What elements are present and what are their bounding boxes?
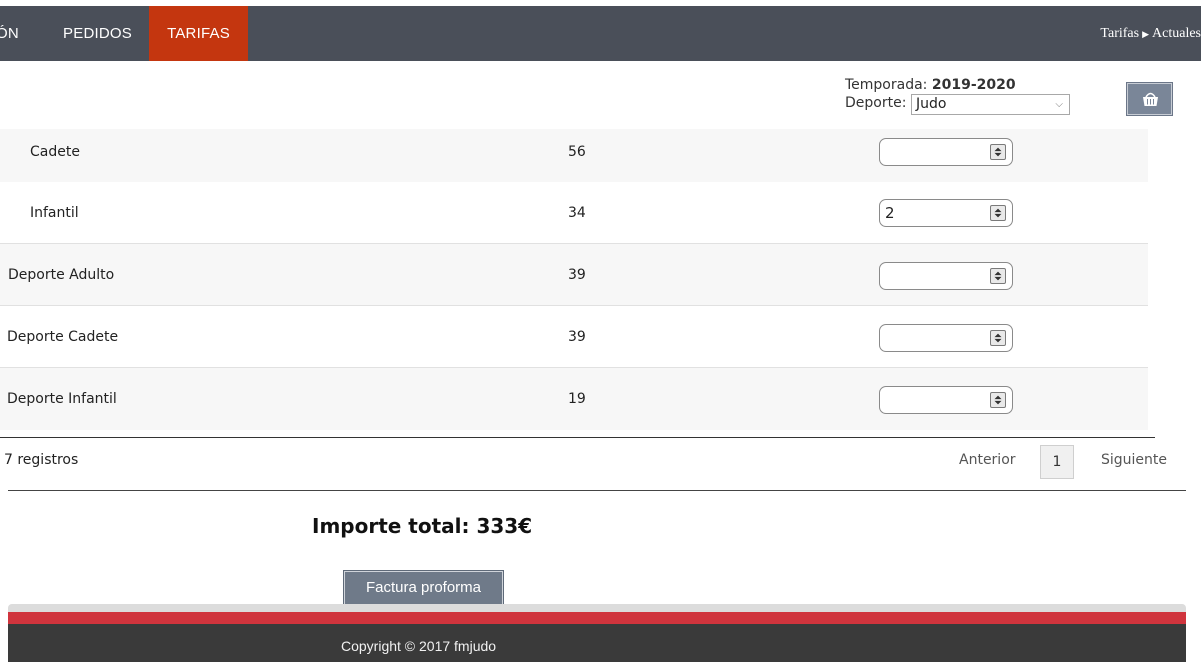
pagination-next[interactable]: Siguiente [1101, 452, 1167, 468]
footer-accent-band [8, 612, 1186, 624]
spinner-arrows-icon[interactable] [990, 205, 1006, 221]
row-name: Deporte Infantil [7, 391, 117, 407]
breadcrumb: Tarifas ▶ Actuales [1100, 6, 1201, 61]
nav-item-pedidos[interactable]: PEDIDOS [50, 6, 145, 61]
sport-select-value: Judo [916, 96, 947, 112]
cart-button[interactable] [1126, 82, 1173, 116]
proforma-invoice-button[interactable]: Factura proforma [343, 570, 504, 606]
row-value: 19 [568, 391, 586, 407]
nav-item-partial[interactable]: ÓN [0, 6, 38, 61]
sport-label: Deporte: [845, 95, 907, 111]
row-value: 56 [568, 144, 586, 160]
sport-select[interactable]: Judo ⌵ [911, 94, 1070, 115]
pagination-previous[interactable]: Anterior [959, 452, 1016, 468]
table-bottom-rule [0, 437, 1155, 438]
row-value: 34 [568, 205, 586, 221]
top-nav-bar: ÓN PEDIDOS TARIFAS Tarifas ▶ Actuales [0, 6, 1201, 61]
spinner-arrows-icon[interactable] [990, 144, 1006, 160]
table-row: Infantil 34 2 [0, 182, 1148, 244]
table-row: Deporte Infantil 19 [0, 368, 1148, 430]
footer: Copyright © 2017 fmjudo [8, 624, 1186, 662]
season-label: Temporada: [845, 77, 928, 93]
row-name: Infantil [30, 205, 79, 221]
quantity-stepper[interactable] [879, 262, 1013, 290]
record-count: 7 registros [4, 452, 79, 468]
breadcrumb-arrow-icon: ▶ [1142, 29, 1150, 39]
chevron-down-icon: ⌵ [1055, 99, 1063, 110]
total-amount: Importe total: 333€ [312, 514, 533, 538]
breadcrumb-current: Actuales [1152, 26, 1201, 41]
quantity-stepper[interactable] [879, 324, 1013, 352]
pagination-page-button[interactable]: 1 [1040, 445, 1074, 479]
table-row: Deporte Adulto 39 [0, 244, 1148, 306]
quantity-value: 2 [885, 204, 895, 222]
spinner-arrows-icon[interactable] [990, 330, 1006, 346]
table-row: Deporte Cadete 39 [0, 306, 1148, 368]
quantity-stepper[interactable]: 2 [879, 199, 1013, 227]
quantity-stepper[interactable] [879, 386, 1013, 414]
section-divider [8, 490, 1186, 491]
row-name: Cadete [30, 144, 80, 160]
quantity-stepper[interactable] [879, 138, 1013, 166]
basket-icon [1143, 92, 1158, 106]
nav-item-tarifas[interactable]: TARIFAS [149, 6, 248, 61]
season-value: 2019-2020 [931, 77, 1016, 93]
breadcrumb-section[interactable]: Tarifas [1100, 26, 1139, 41]
row-value: 39 [568, 329, 586, 345]
spinner-arrows-icon[interactable] [990, 268, 1006, 284]
footer-top-strip [8, 604, 1186, 612]
copyright-text: Copyright © 2017 fmjudo [341, 638, 497, 654]
row-name: Deporte Adulto [8, 267, 115, 283]
row-value: 39 [568, 267, 586, 283]
spinner-arrows-icon[interactable] [990, 392, 1006, 408]
row-name: Deporte Cadete [7, 329, 119, 345]
